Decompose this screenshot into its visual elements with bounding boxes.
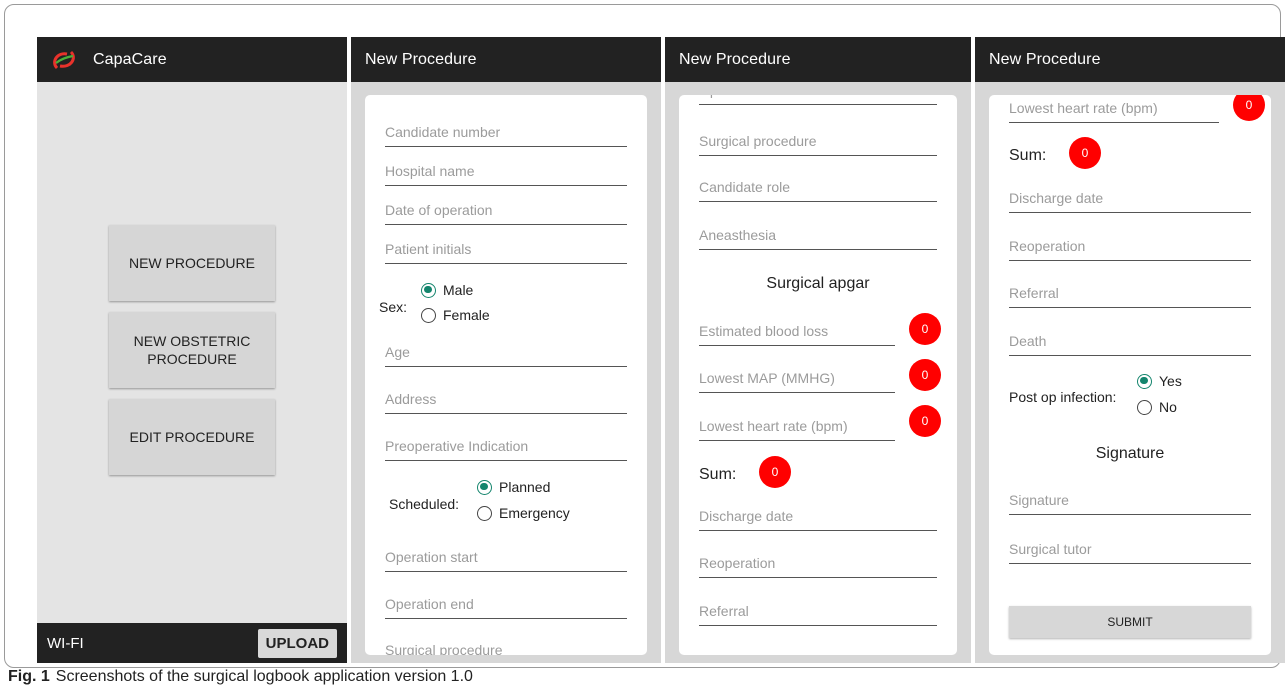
radio-label: No [1159,399,1177,415]
lowest-heart-rate-field[interactable]: Lowest heart rate (bpm) [1009,99,1219,123]
candidate-role-field[interactable]: Candidate role [699,178,937,202]
figure-label: Fig. 1 [8,668,50,685]
scheduled-emergency-radio[interactable]: Emergency [477,505,570,521]
signature-field[interactable]: Signature [1009,491,1251,515]
date-of-operation-field[interactable]: Date of operation [385,201,627,225]
sex-male-radio[interactable]: Male [421,282,473,298]
screen-title: New Procedure [365,50,477,68]
app-bar: New Procedure [351,37,661,82]
app-bar: New Procedure [665,37,971,82]
address-field[interactable]: Address [385,390,627,414]
app-title: CapaCare [93,50,167,68]
reoperation-field[interactable]: Reoperation [699,554,937,578]
sex-label: Sex: [379,299,408,315]
operation-end-field[interactable]: Operation end [699,95,937,105]
form-card: Lowest heart rate (bpm) 0 Sum: 0 Dischar… [989,95,1271,655]
death-field[interactable]: Death [1009,332,1251,356]
scheduled-label: Scheduled: [389,496,460,512]
surgical-apgar-heading: Surgical apgar [766,275,870,292]
lowest-heart-rate-score-badge: 0 [1233,95,1265,121]
hospital-name-field[interactable]: Hospital name [385,162,627,186]
referral-field[interactable]: Referral [1009,284,1251,308]
operation-start-field[interactable]: Operation start [385,548,627,572]
edit-procedure-button[interactable]: EDIT PROCEDURE [109,399,275,475]
capacare-logo-icon [51,48,77,72]
reoperation-field[interactable]: Reoperation [1009,237,1251,261]
screen-title: New Procedure [989,50,1101,68]
referral-field[interactable]: Referral [699,602,937,626]
wifi-status: WI-FI [47,634,84,652]
sum-badge: 0 [1069,137,1101,169]
figure-caption: Fig. 1 Screenshots of the surgical logboo… [8,668,473,686]
infection-no-radio[interactable]: No [1137,399,1177,415]
radio-label: Yes [1159,373,1182,389]
radio-checked-icon [477,479,492,495]
new-procedure-screen-1: New Procedure Candidate number Hospital … [351,37,661,663]
lowest-heart-rate-field[interactable]: Lowest heart rate (bpm) [699,417,895,441]
infection-yes-radio[interactable]: Yes [1137,373,1182,389]
operation-end-field[interactable]: Operation end [385,595,627,619]
new-procedure-screen-3: New Procedure Lowest heart rate (bpm) 0 … [975,37,1285,663]
sum-badge: 0 [759,456,791,488]
radio-checked-icon [421,282,436,298]
candidate-number-field[interactable]: Candidate number [385,123,627,147]
sum-label: Sum: [699,466,737,483]
radio-unchecked-icon [421,307,436,323]
figure-frame: CapaCare NEW PROCEDURE NEW OBSTETRIC PRO… [4,4,1285,668]
bottom-bar: WI-FI UPLOAD [37,623,347,663]
sum-label: Sum: [1009,147,1047,164]
radio-unchecked-icon [477,505,492,521]
age-field[interactable]: Age [385,343,627,367]
new-procedure-button[interactable]: NEW PROCEDURE [109,225,275,301]
lowest-map-field[interactable]: Lowest MAP (MMHG) [699,369,895,393]
estimated-blood-loss-field[interactable]: Estimated blood loss [699,322,895,346]
new-obstetric-procedure-button[interactable]: NEW OBSTETRIC PROCEDURE [109,312,275,388]
radio-label: Male [443,282,474,298]
surgical-procedure-field[interactable]: Surgical procedure [699,132,937,156]
patient-initials-field[interactable]: Patient initials [385,240,627,264]
app-bar: CapaCare [37,37,347,82]
sex-female-radio[interactable]: Female [421,307,490,323]
radio-label: Emergency [499,505,570,521]
home-screen: CapaCare NEW PROCEDURE NEW OBSTETRIC PRO… [37,37,347,663]
surgical-procedure-field[interactable]: Surgical procedure [385,641,627,655]
radio-label: Planned [499,479,551,495]
discharge-date-field[interactable]: Discharge date [1009,189,1251,213]
lowest-heart-rate-score-badge: 0 [909,405,941,437]
app-bar: New Procedure [975,37,1285,82]
lowest-map-score-badge: 0 [909,359,941,391]
figure-caption-text: Screenshots of the surgical logbook appl… [55,668,473,685]
radio-label: Female [443,307,490,323]
post-op-infection-label: Post op infection: [1009,389,1117,405]
preoperative-indication-field[interactable]: Preoperative Indication [385,437,627,461]
blood-loss-score-badge: 0 [909,313,941,345]
radio-unchecked-icon [1137,399,1152,415]
upload-button[interactable]: UPLOAD [257,628,337,658]
discharge-date-field[interactable]: Discharge date [699,507,937,531]
submit-button[interactable]: SUBMIT [1009,606,1251,638]
surgical-tutor-field[interactable]: Surgical tutor [1009,540,1251,564]
form-card: Candidate number Hospital name Date of o… [365,95,647,655]
new-procedure-screen-2: New Procedure Operation end Surgical pro… [665,37,971,663]
form-card: Operation end Surgical procedure Candida… [679,95,957,655]
signature-heading: Signature [1095,445,1165,462]
anaesthesia-field[interactable]: Aneasthesia [699,226,937,250]
screen-title: New Procedure [679,50,791,68]
radio-checked-icon [1137,373,1152,389]
scheduled-planned-radio[interactable]: Planned [477,479,550,495]
